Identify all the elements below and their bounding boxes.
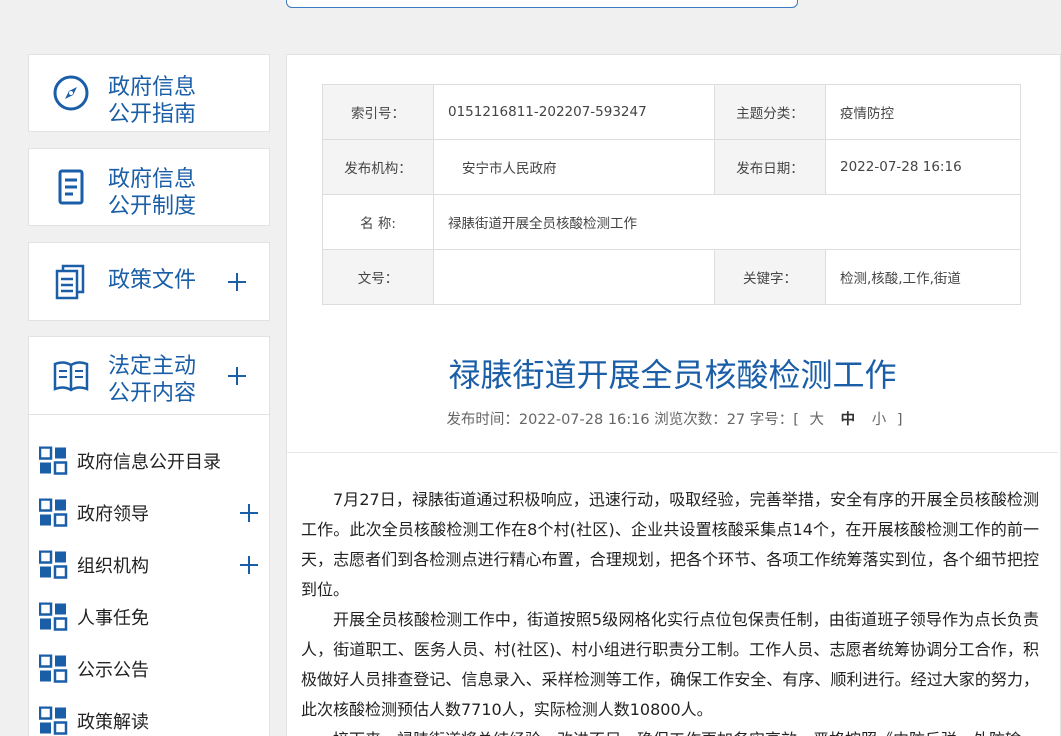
sidebar-item-catalog[interactable]: 政府信息公开目录 [29, 435, 269, 487]
article-paragraph: 接下来，禄脿街道将总结经验，改进不足，确保工作更加务实高效，严格按照《内防反弹、… [301, 725, 1039, 736]
grid-icon [39, 550, 68, 579]
grid-icon [39, 498, 68, 527]
sidebar-item-label: 组织机构 [77, 556, 149, 577]
plus-icon[interactable] [239, 503, 259, 523]
book-icon [53, 360, 89, 391]
sidebar-item-notices[interactable]: 公示公告 [29, 643, 269, 695]
plus-icon[interactable] [239, 555, 259, 575]
files-icon [55, 264, 85, 299]
grid-icon [39, 446, 68, 475]
keywords-label: 关键字： [714, 249, 826, 305]
category-label: 主题分类： [714, 84, 826, 140]
font-size-large-link[interactable]: 大 [810, 412, 825, 428]
sidebar-item-label: 人事任免 [77, 608, 149, 629]
sidebar-item-leaders[interactable]: 政府领导 [29, 487, 269, 539]
article-panel: 索引号： 0151216811-202207-593247 主题分类： 疫情防控… [286, 54, 1061, 736]
sidebar-item-interpretation[interactable]: 政策解读 [29, 695, 269, 736]
sidebar-card-label: 法定主动 公开内容 [108, 354, 197, 406]
index-value: 0151216811-202207-593247 [433, 84, 715, 140]
sidebar-item-label: 政府信息公开目录 [77, 452, 221, 473]
docno-label: 文号： [322, 249, 434, 305]
sidebar-item-label: 政府领导 [77, 504, 149, 525]
plus-icon[interactable] [227, 366, 247, 386]
sidebar-card-label: 政策文件 [108, 268, 197, 293]
index-label: 索引号： [322, 84, 434, 140]
docno-value [433, 249, 715, 305]
font-size-close-bracket: ] [896, 412, 903, 428]
sidebar-card-label: 政府信息 公开指南 [108, 75, 197, 127]
sidebar-item-personnel[interactable]: 人事任免 [29, 591, 269, 643]
compass-icon [53, 75, 89, 111]
sidebar-card-statutory[interactable]: 法定主动 公开内容 [28, 336, 270, 415]
article-body: 7月27日，禄脿街道通过积极响应，迅速行动，吸取经验，完善举措，安全有序的开展全… [301, 485, 1039, 736]
font-size-small-link[interactable]: 小 [872, 412, 887, 428]
sidebar: 政府信息 公开指南 政府信息 公开制度 政策文件 法定主动 公开内容 政府信息公… [28, 54, 270, 736]
category-value: 疫情防控 [825, 84, 1021, 140]
grid-icon [39, 654, 68, 683]
article-paragraph: 开展全员核酸检测工作中，街道按照5级网格化实行点位包保责任制，由街道班子领导作为… [301, 610, 1039, 719]
date-label: 发布日期： [714, 139, 826, 195]
name-label: 名 称: [322, 194, 434, 250]
divider [287, 452, 1058, 453]
font-size-medium-link[interactable]: 中 [841, 412, 856, 428]
plus-icon[interactable] [227, 272, 247, 292]
publish-meta-text: 发布时间：2022-07-28 16:16 浏览次数：27 字号：[ [446, 412, 799, 428]
sidebar-item-organization[interactable]: 组织机构 [29, 539, 269, 591]
sidebar-item-label: 政策解读 [77, 712, 149, 733]
article-title: 禄脿街道开展全员核酸检测工作 [448, 356, 897, 394]
metadata-table: 索引号： 0151216811-202207-593247 主题分类： 疫情防控… [322, 84, 1021, 305]
publisher-label: 发布机构： [322, 139, 434, 195]
publish-info: 发布时间：2022-07-28 16:16 浏览次数：27 字号：[ 大 中 小… [287, 408, 1061, 429]
name-value: 禄脿街道开展全员核酸检测工作 [433, 194, 1021, 250]
sidebar-sublist: 政府信息公开目录 政府领导 组织机构 人事任免 公示公告 政策解读 [28, 415, 270, 736]
document-icon [58, 169, 84, 205]
sidebar-card-system[interactable]: 政府信息 公开制度 [28, 148, 270, 226]
date-value: 2022-07-28 16:16 [825, 139, 1021, 195]
top-search-box[interactable] [286, 0, 798, 8]
sidebar-item-label: 公示公告 [77, 660, 149, 681]
sidebar-card-policy-files[interactable]: 政策文件 [28, 242, 270, 321]
keywords-value: 检测,核酸,工作,街道 [825, 249, 1021, 305]
sidebar-card-guide[interactable]: 政府信息 公开指南 [28, 54, 270, 132]
sidebar-card-label: 政府信息 公开制度 [108, 167, 197, 219]
publisher-value: 安宁市人民政府 [433, 139, 715, 195]
grid-icon [39, 602, 68, 631]
grid-icon [39, 706, 68, 735]
article-paragraph: 7月27日，禄脿街道通过积极响应，迅速行动，吸取经验，完善举措，安全有序的开展全… [301, 490, 1039, 599]
